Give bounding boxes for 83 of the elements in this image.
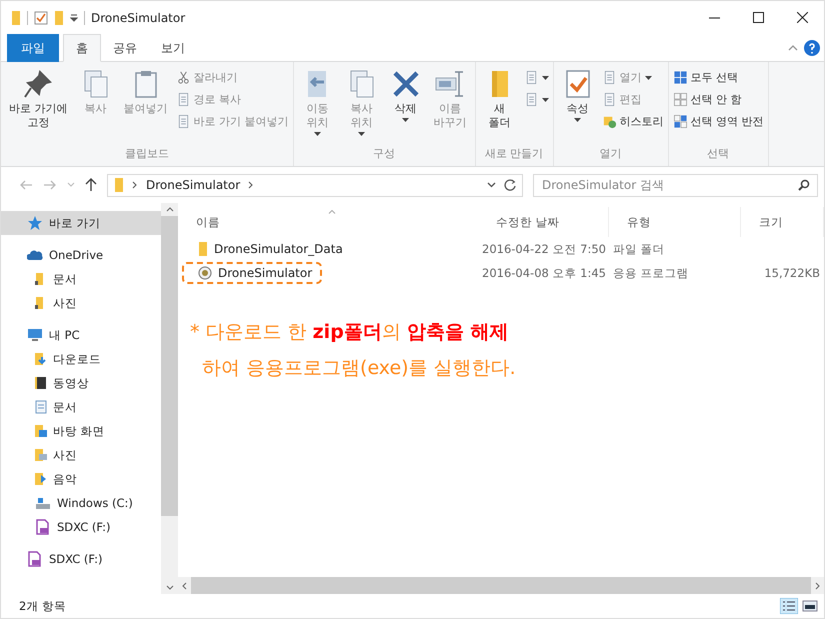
checkmark-icon[interactable] bbox=[34, 10, 48, 24]
nav-item[interactable]: 내 PC bbox=[1, 323, 161, 347]
thumbnail-view-icon[interactable] bbox=[802, 599, 818, 613]
close-icon bbox=[796, 12, 808, 23]
path-segment[interactable]: DroneSimulator bbox=[146, 178, 240, 192]
details-view-icon[interactable] bbox=[780, 598, 798, 614]
maximize-icon bbox=[752, 12, 764, 23]
pin-icon bbox=[22, 68, 54, 100]
ribbon-tab[interactable]: 공유 bbox=[101, 34, 149, 62]
help-icon[interactable] bbox=[804, 40, 820, 56]
ribbon-button[interactable]: 새 폴더 bbox=[480, 66, 520, 144]
up-arrow-icon[interactable] bbox=[85, 178, 97, 192]
picture-icon bbox=[35, 448, 47, 462]
nav-item[interactable]: 문서 bbox=[1, 267, 161, 291]
annotation-text: 하여 응용프로그램(exe)를 실행한다. bbox=[201, 356, 517, 381]
table-cell-text: 15,722KB bbox=[763, 266, 821, 280]
ribbon-button[interactable]: 삭제 bbox=[386, 66, 426, 144]
customize-icon[interactable] bbox=[70, 14, 78, 22]
ribbon-button[interactable]: 바로 가기에 고정 bbox=[5, 66, 72, 144]
ribbon-tab[interactable]: 보기 bbox=[149, 34, 197, 62]
nav-item[interactable]: 문서 bbox=[1, 395, 161, 419]
annotation-text: * 다운로드 한 zip폴더의 압축을 해제 bbox=[190, 320, 510, 345]
nav-item[interactable]: Windows (C:) bbox=[1, 491, 161, 515]
nav-item[interactable]: 다운로드 bbox=[1, 347, 161, 371]
nav-item[interactable]: 바탕 화면 bbox=[1, 419, 161, 443]
item-count: 2개 항목 bbox=[19, 598, 66, 614]
column-header[interactable]: 유형 bbox=[609, 207, 741, 237]
table-cell-text: 2016-04-08 오후 1:45 bbox=[481, 266, 607, 280]
group-label: 열기 bbox=[598, 146, 622, 162]
chevron-icon bbox=[248, 181, 254, 189]
scrollbar[interactable] bbox=[178, 577, 824, 594]
column-header[interactable]: 이름 bbox=[178, 207, 478, 237]
chevron-icon bbox=[132, 181, 138, 189]
address-field[interactable]: DroneSimulator bbox=[107, 174, 523, 196]
drive-icon bbox=[35, 496, 51, 510]
caret-icon[interactable] bbox=[487, 182, 496, 188]
table-cell-text: 2016-04-22 오전 7:50 bbox=[481, 242, 607, 256]
nav-item[interactable]: 바로 가기 bbox=[1, 211, 161, 235]
scroll-right-icon[interactable] bbox=[815, 582, 820, 590]
scroll-down-icon[interactable] bbox=[166, 585, 174, 590]
scroll-left-icon[interactable] bbox=[182, 582, 187, 590]
download-icon bbox=[35, 352, 47, 366]
music-icon bbox=[35, 472, 47, 486]
search-icon bbox=[798, 178, 810, 190]
computer-icon bbox=[27, 328, 43, 342]
ribbon-button[interactable]: 히스토리 bbox=[602, 112, 664, 131]
nav-item[interactable]: 음악 bbox=[1, 467, 161, 491]
table-cell-text: 응용 프로그램 bbox=[612, 266, 690, 280]
desktop-icon bbox=[35, 424, 47, 438]
nav-item[interactable]: 사진 bbox=[1, 291, 161, 315]
group-label: 새로 만들기 bbox=[484, 146, 544, 162]
scrollbar[interactable] bbox=[161, 203, 178, 594]
search-field[interactable]: DroneSimulator 검색 bbox=[533, 174, 818, 196]
file-name[interactable]: DroneSimulator_Data bbox=[182, 238, 353, 260]
group-label: 클립보드 bbox=[124, 146, 170, 162]
table-cell-text: 파일 폴더 bbox=[612, 242, 666, 256]
group-label: 구성 bbox=[372, 146, 396, 162]
column-header[interactable]: 크기 bbox=[741, 207, 824, 237]
cloud-icon bbox=[27, 250, 43, 260]
ribbon-button[interactable]: 모두 선택 bbox=[672, 68, 764, 87]
nav-item[interactable]: OneDrive bbox=[1, 243, 161, 267]
nav-item[interactable]: SDXC (F:) bbox=[1, 547, 161, 571]
sort-icon bbox=[328, 210, 336, 214]
nav-item[interactable]: SDXC (F:) bbox=[1, 515, 161, 539]
ribbon-button[interactable]: 선택 안 함 bbox=[672, 90, 764, 109]
nav-item[interactable]: 사진 bbox=[1, 443, 161, 467]
file-name[interactable]: DroneSimulator bbox=[182, 262, 322, 284]
scroll-up-icon[interactable] bbox=[166, 207, 174, 212]
star-icon bbox=[27, 215, 43, 231]
window-title: DroneSimulator bbox=[91, 10, 186, 24]
column-header[interactable]: 수정한 날짜 bbox=[478, 207, 609, 237]
refresh-icon[interactable] bbox=[504, 179, 516, 191]
film-icon bbox=[35, 376, 47, 390]
group-label: 선택 bbox=[706, 146, 730, 162]
memory-card-icon bbox=[27, 551, 43, 567]
ribbon-tab[interactable]: 홈 bbox=[63, 34, 101, 62]
memory-card-icon bbox=[35, 519, 51, 535]
nav-item[interactable]: 동영상 bbox=[1, 371, 161, 395]
ribbon-button[interactable]: 속성 bbox=[558, 66, 598, 144]
app-icon bbox=[198, 266, 212, 280]
file-tab[interactable]: 파일 bbox=[7, 34, 59, 62]
collapse-icon[interactable] bbox=[788, 44, 798, 50]
ribbon-button[interactable]: 선택 영역 반전 bbox=[672, 112, 764, 131]
